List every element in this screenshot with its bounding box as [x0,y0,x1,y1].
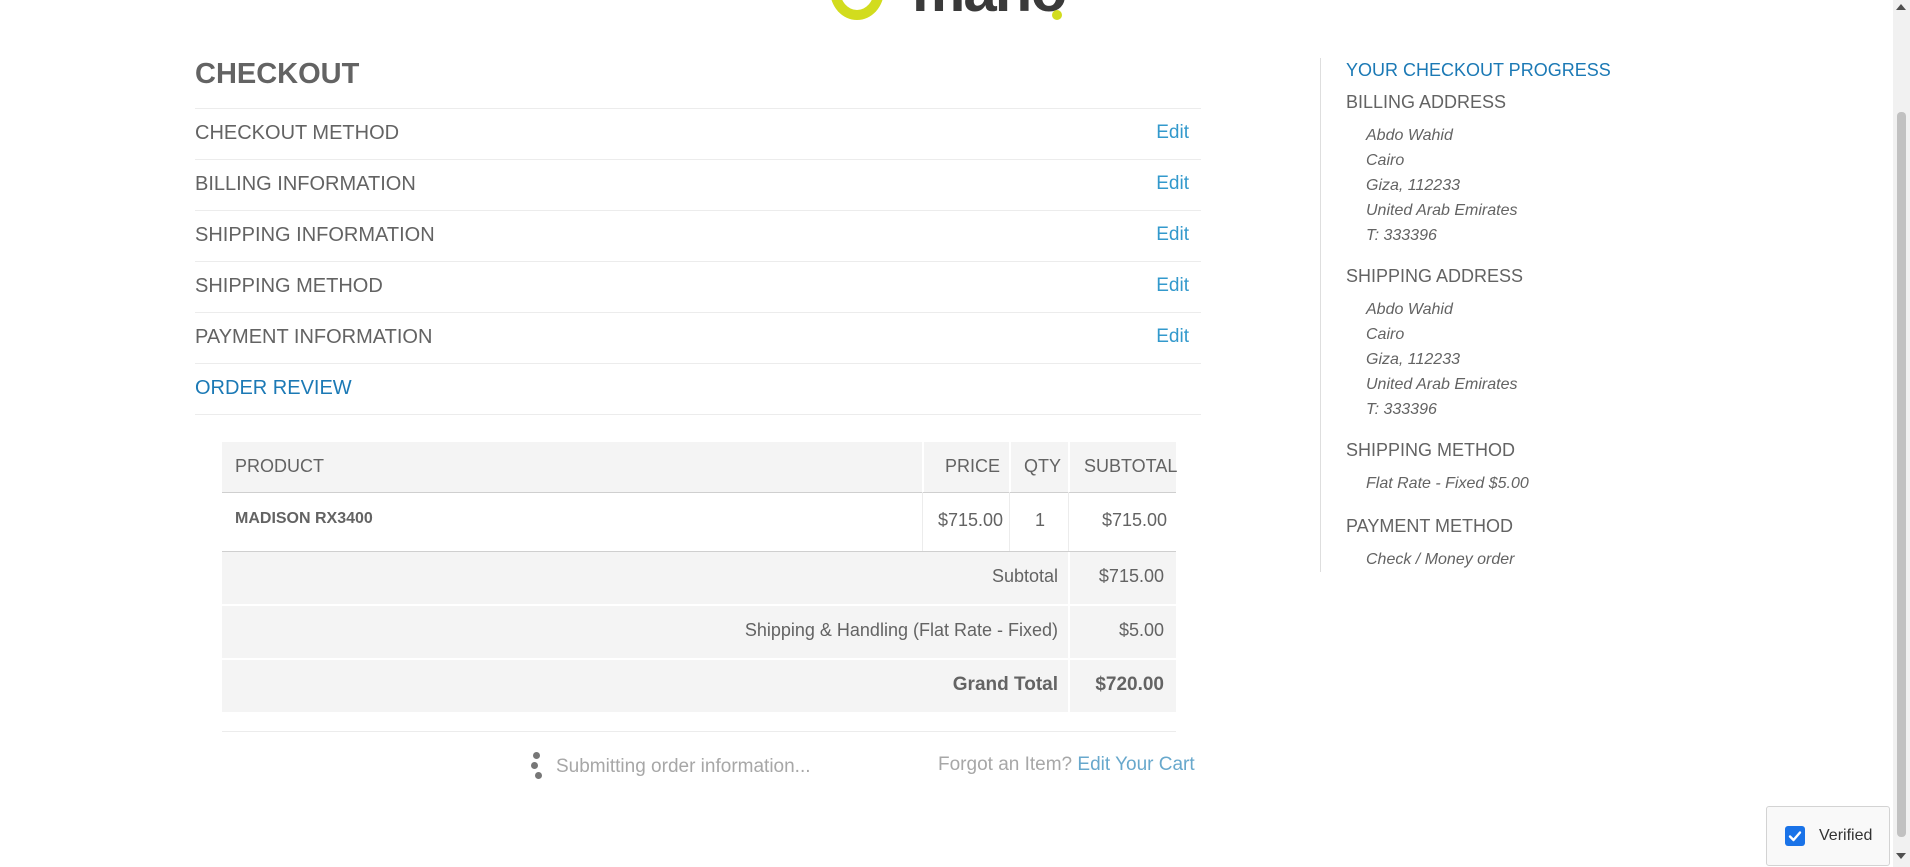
address-line: United Arab Emirates [1366,376,1518,393]
step-payment-information: PAYMENT INFORMATION Edit [195,312,1201,362]
step-label: SHIPPING METHOD [195,275,383,297]
edit-link[interactable]: Edit [1156,326,1189,348]
edit-link[interactable]: Edit [1156,122,1189,144]
checkbox-checked-icon[interactable] [1785,826,1805,846]
billing-address: Abdo Wahid Cairo Giza, 112233 United Ara… [1366,123,1517,248]
header-product: PRODUCT [235,456,324,476]
header-price: PRICE [945,456,1001,476]
address-line: Cairo [1366,326,1405,343]
address-line: T: 333396 [1366,227,1437,244]
divider [222,731,1176,732]
step-label: BILLING INFORMATION [195,173,416,195]
column-separator [1068,660,1070,712]
address-line: United Arab Emirates [1366,202,1518,219]
logo-mark-icon [830,0,884,20]
grand-total-value: $720.00 [1095,674,1164,695]
product-price: $715.00 [938,510,1004,530]
scrollbar-thumb[interactable] [1897,112,1906,837]
subtotal-label: Subtotal [991,566,1058,586]
address-line: Giza, 112233 [1366,351,1460,368]
payment-method-value: Check / Money order [1366,551,1515,568]
column-separator [922,442,924,492]
totals-row-grand-total: Grand Total $720.00 [222,660,1176,712]
column-separator [1009,492,1010,551]
column-separator [1068,552,1070,604]
column-separator [1068,606,1070,658]
product-name: MADISON RX3400 [235,510,373,527]
forgot-item-text: Forgot an Item? Edit Your Cart [938,754,1195,776]
shipping-address-heading: SHIPPING ADDRESS [1346,266,1524,286]
column-separator [1009,442,1011,492]
column-separator [1068,442,1070,492]
product-qty: 1 [1035,510,1046,530]
shipping-address: Abdo Wahid Cairo Giza, 112233 United Ara… [1366,297,1517,422]
progress-title: YOUR CHECKOUT PROGRESS [1346,60,1611,80]
address-line: Abdo Wahid [1366,301,1453,318]
logo-dot [1052,10,1062,20]
forgot-label: Forgot an Item? [938,754,1073,775]
address-line: Abdo Wahid [1366,127,1453,144]
header-subtotal: SUBTOTAL [1084,456,1178,476]
address-line: Cairo [1366,152,1405,169]
edit-link[interactable]: Edit [1156,224,1189,246]
step-label: PAYMENT INFORMATION [195,326,433,348]
store-logo[interactable]: mario [826,0,1066,24]
step-label: CHECKOUT METHOD [195,122,400,144]
page-title: CHECKOUT [195,58,360,90]
shipping-value: $5.00 [1118,620,1164,640]
shipping-method-value: Flat Rate - Fixed $5.00 [1366,475,1529,492]
address-line: Giza, 112233 [1366,177,1460,194]
logo-wordmark: mario [912,0,1066,24]
address-line: T: 333396 [1366,401,1437,418]
step-order-review: ORDER REVIEW [195,363,1201,413]
totals-row-subtotal: Subtotal $715.00 [222,552,1176,604]
column-separator [1068,492,1069,551]
grand-total-label: Grand Total [952,674,1058,695]
subtotal-value: $715.00 [1098,566,1164,586]
edit-link[interactable]: Edit [1156,275,1189,297]
step-label: ORDER REVIEW [195,377,352,399]
scroll-up-icon[interactable] [1896,4,1906,10]
totals-row-shipping: Shipping & Handling (Flat Rate - Fixed) … [222,606,1176,658]
product-subtotal: $715.00 [1102,510,1168,530]
step-billing-information: BILLING INFORMATION Edit [195,159,1201,209]
table-header: PRODUCT PRICE QTY SUBTOTAL [222,442,1178,493]
step-shipping-information: SHIPPING INFORMATION Edit [195,210,1201,260]
table-row: MADISON RX3400 $715.00 1 $715.00 [222,492,1176,552]
submitting-status: Submitting order information... [556,756,811,777]
sidebar-divider [1320,58,1321,572]
divider [195,414,1201,415]
header-qty: QTY [1024,456,1062,476]
shipping-label: Shipping & Handling (Flat Rate - Fixed) [744,620,1058,640]
scroll-down-icon[interactable] [1896,853,1906,859]
billing-address-heading: BILLING ADDRESS [1346,92,1507,112]
edit-cart-link[interactable]: Edit Your Cart [1077,754,1194,775]
loading-spinner-icon [529,752,543,782]
shipping-method-heading: SHIPPING METHOD [1346,440,1516,460]
step-label: SHIPPING INFORMATION [195,224,435,246]
recaptcha-widget[interactable]: Verified [1766,806,1890,866]
step-checkout-method: CHECKOUT METHOD Edit [195,108,1201,158]
edit-link[interactable]: Edit [1156,173,1189,195]
verified-label: Verified [1819,827,1873,844]
column-separator [922,492,923,551]
step-shipping-method: SHIPPING METHOD Edit [195,261,1201,311]
payment-method-heading: PAYMENT METHOD [1346,516,1514,536]
